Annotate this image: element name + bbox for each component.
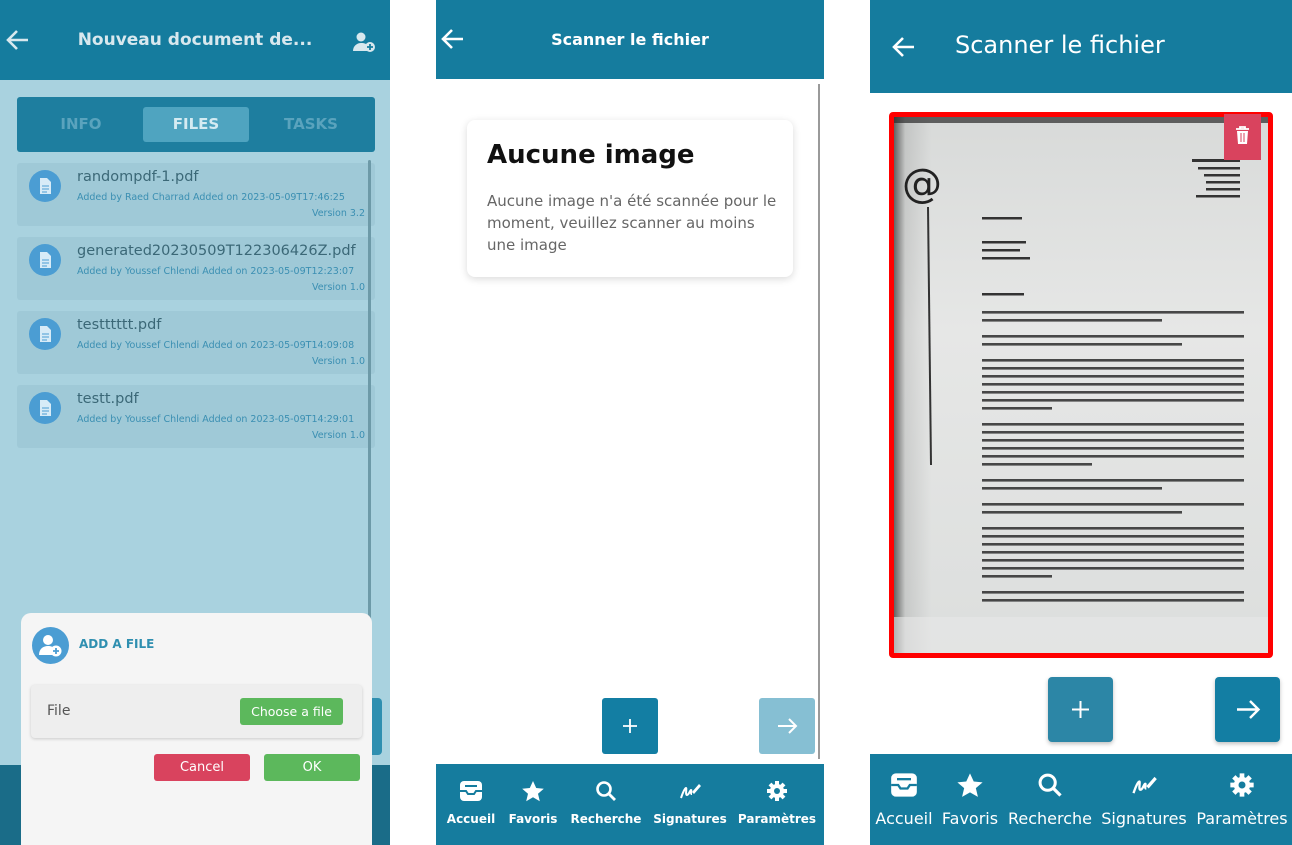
- signature-icon: [1132, 776, 1157, 794]
- scrollbar[interactable]: [818, 84, 820, 759]
- nav-label: Recherche: [1007, 809, 1093, 828]
- file-icon: [29, 392, 61, 424]
- delete-image-button[interactable]: [1224, 114, 1261, 160]
- file-list-item[interactable]: generated20230509T122306426Z.pdf Added b…: [17, 237, 375, 300]
- star-icon: [957, 773, 983, 797]
- scan-empty-screen: Scanner le fichier Aucune image Aucune i…: [436, 0, 824, 845]
- svg-text:@: @: [902, 161, 942, 207]
- gear-icon: [767, 781, 787, 801]
- cancel-button[interactable]: Cancel: [154, 754, 250, 781]
- file-field: File Choose a file: [31, 685, 362, 738]
- tab-bar: INFO FILES TASKS: [17, 97, 375, 152]
- arrow-right-icon: [1237, 700, 1261, 719]
- add-user-icon: [32, 627, 69, 664]
- tab-files[interactable]: FILES: [143, 107, 249, 142]
- nav-label: Recherche: [570, 812, 642, 826]
- add-file-dialog: ADD A FILE File Choose a file Cancel OK: [21, 613, 372, 845]
- next-button[interactable]: [1215, 677, 1280, 742]
- nav-label: Paramètres: [737, 812, 817, 826]
- file-name: testt.pdf: [77, 391, 139, 407]
- star-icon: [522, 781, 544, 802]
- file-icon: [29, 244, 61, 276]
- nav-label: Paramètres: [1196, 809, 1288, 828]
- app-bar: Nouveau document de...: [0, 0, 390, 80]
- file-list-item[interactable]: randompdf-1.pdf Added by Raed Charrad Ad…: [17, 163, 375, 226]
- nav-label: Favoris: [508, 812, 558, 826]
- inbox-icon: [460, 781, 482, 801]
- file-meta: Added by Raed Charrad Added on 2023-05-0…: [77, 192, 345, 203]
- file-field-label: File: [47, 703, 71, 719]
- scanned-document-image: @: [894, 117, 1268, 653]
- signature-icon: [680, 784, 701, 799]
- choose-file-button[interactable]: Choose a file: [240, 698, 343, 725]
- bottom-nav: Accueil Favoris Recherche Signatures Par…: [870, 754, 1292, 845]
- file-icon: [29, 170, 61, 202]
- scanned-image-preview[interactable]: @: [889, 112, 1273, 658]
- arrow-right-icon: [778, 718, 798, 734]
- file-name: randompdf-1.pdf: [77, 169, 199, 185]
- dialog-title: ADD A FILE: [79, 637, 155, 651]
- file-meta: Added by Youssef Chlendi Added on 2023-0…: [77, 414, 355, 425]
- file-version: Version 1.0: [311, 282, 365, 293]
- file-list-item[interactable]: testttttt.pdf Added by Youssef Chlendi A…: [17, 311, 375, 374]
- file-version: Version 1.0: [311, 356, 365, 367]
- plus-icon: [1072, 701, 1089, 718]
- scan-preview-screen: Scanner le fichier @ Accueil Favoris Rec…: [870, 0, 1292, 845]
- plus-icon: [623, 719, 637, 733]
- app-bar: Scanner le fichier: [436, 0, 824, 79]
- search-icon: [596, 781, 616, 801]
- file-version: Version 1.0: [311, 430, 365, 441]
- file-name: generated20230509T122306426Z.pdf: [77, 243, 356, 259]
- back-arrow-icon[interactable]: [892, 36, 916, 58]
- nav-label: Accueil: [875, 809, 933, 828]
- add-scan-button[interactable]: [1048, 677, 1113, 742]
- file-meta: Added by Youssef Chlendi Added on 2023-0…: [77, 266, 355, 277]
- empty-state-heading: Aucune image: [487, 140, 695, 170]
- add-user-icon[interactable]: [352, 31, 376, 53]
- empty-state-card: Aucune image Aucune image n'a été scanné…: [467, 120, 793, 277]
- app-bar: Scanner le fichier: [870, 0, 1292, 93]
- file-name: testttttt.pdf: [77, 317, 162, 333]
- bottom-nav: Accueil Favoris Recherche Signatures Par…: [436, 764, 824, 845]
- page-title: Scanner le fichier: [551, 30, 709, 49]
- ok-button[interactable]: OK: [264, 754, 360, 781]
- tab-info[interactable]: INFO: [31, 107, 131, 142]
- file-list-item[interactable]: testt.pdf Added by Youssef Chlendi Added…: [17, 385, 375, 448]
- nav-label: Signatures: [653, 812, 727, 826]
- file-icon: [29, 318, 61, 350]
- page-title: Nouveau document de...: [77, 30, 313, 50]
- add-scan-button[interactable]: [602, 698, 658, 754]
- documents-screen: Nouveau document de... INFO FILES TASKS …: [0, 0, 390, 845]
- inbox-icon: [891, 773, 917, 797]
- next-button[interactable]: [759, 698, 815, 754]
- nav-label: Favoris: [941, 809, 999, 828]
- gear-icon: [1230, 773, 1254, 797]
- nav-label: Signatures: [1101, 809, 1187, 828]
- trash-icon: [1236, 126, 1249, 144]
- file-meta: Added by Youssef Chlendi Added on 2023-0…: [77, 340, 355, 351]
- search-icon: [1038, 773, 1062, 797]
- empty-state-text: Aucune image n'a été scannée pour le mom…: [487, 192, 777, 254]
- nav-label: Accueil: [446, 812, 496, 826]
- file-version: Version 3.2: [311, 208, 365, 219]
- page-title: Scanner le fichier: [955, 31, 1165, 59]
- tab-tasks[interactable]: TASKS: [261, 107, 361, 142]
